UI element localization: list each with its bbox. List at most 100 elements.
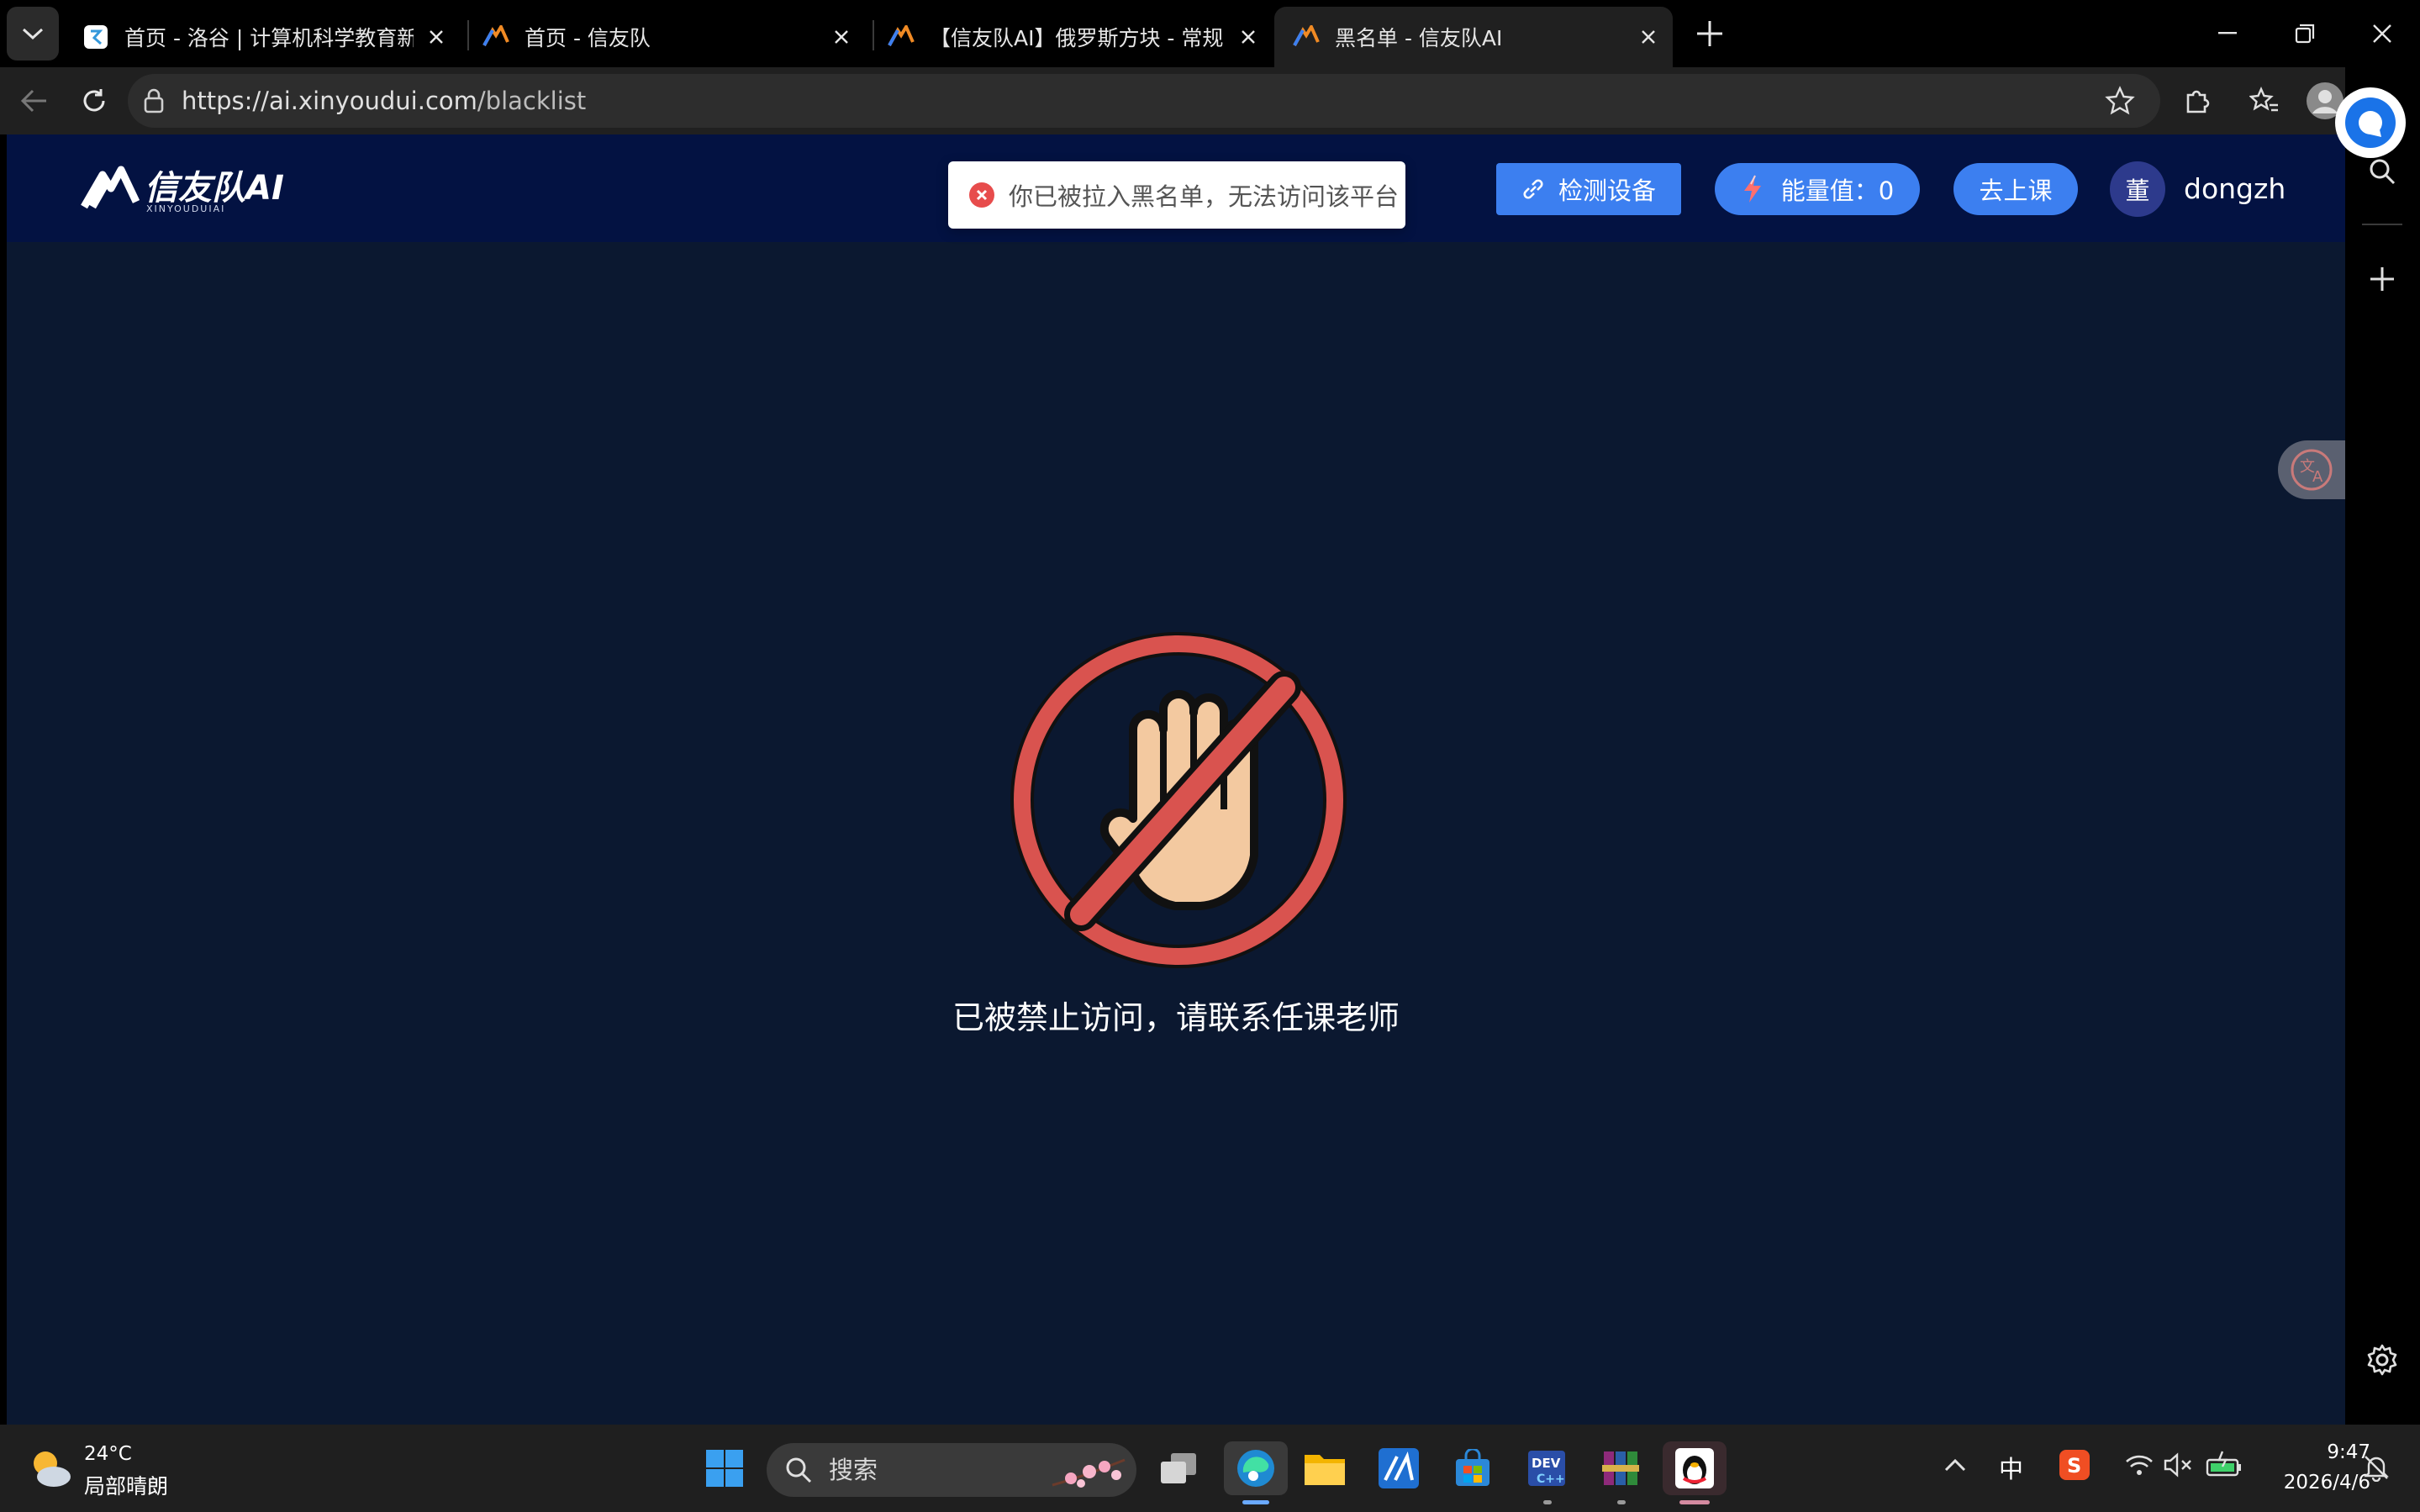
notification-bell-icon[interactable]	[2362, 1453, 2391, 1482]
site-logo[interactable]: 信友队AI XINYOUDUIAI	[81, 161, 284, 215]
clock-date[interactable]: 2026/4/6	[2253, 1472, 2370, 1494]
dev-cpp-running-indicator	[1543, 1500, 1552, 1504]
restore-button[interactable]	[2271, 0, 2338, 67]
edge-active-indicator	[1242, 1500, 1269, 1504]
go-to-class-label: 去上课	[1979, 176, 2053, 205]
close-tab-icon[interactable]	[422, 23, 451, 51]
microsoft-store-app[interactable]	[1446, 1441, 1500, 1495]
ime-indicator[interactable]: 中	[1999, 1450, 2023, 1485]
qq-active-indicator	[1679, 1500, 1710, 1504]
partly-sunny-icon[interactable]	[27, 1446, 72, 1488]
browser-tab-xinyoudui-home[interactable]: 首页 - 信友队	[464, 7, 866, 67]
back-arrow-icon	[20, 89, 46, 113]
dev-cpp-app[interactable]: DEV C++	[1520, 1441, 1574, 1495]
detect-device-button[interactable]: 检测设备	[1496, 163, 1681, 215]
back-button[interactable]	[7, 74, 61, 128]
restore-icon	[2295, 24, 2315, 44]
tab-actions-button[interactable]	[7, 7, 59, 61]
extensions-button[interactable]	[2170, 74, 2224, 128]
logo-text: 信友队AI	[145, 169, 284, 208]
search-placeholder: 搜索	[829, 1456, 878, 1484]
browser-tab-blacklist[interactable]: 黑名单 - 信友队AI	[1274, 7, 1673, 67]
tab-title: 黑名单 - 信友队AI	[1335, 26, 1503, 50]
close-tab-icon[interactable]	[827, 23, 856, 51]
browser-tab-luogu[interactable]: 首页 - 洛谷 | 计算机科学教育新生态	[64, 7, 461, 67]
site-header: 信友队AI XINYOUDUIAI 你已被拉入黑名单，无法访问该平台 检测设备 …	[7, 134, 2345, 242]
close-icon	[2373, 24, 2391, 43]
copilot-button[interactable]	[2335, 87, 2406, 158]
url-host: https://ai.xinyoudui.com	[182, 87, 477, 115]
favorites-button[interactable]	[2238, 74, 2291, 128]
winrar-app[interactable]	[1594, 1441, 1648, 1495]
sidebar-add-button[interactable]	[2355, 252, 2409, 306]
close-tab-icon[interactable]	[1234, 23, 1263, 51]
tab-title: 【信友队AI】俄罗斯方块 - 常规 - 信友队AI	[930, 26, 1226, 50]
address-bar[interactable]: https://ai.xinyoudui.com/blacklist	[128, 74, 2160, 128]
lock-icon	[144, 88, 164, 113]
search-icon	[786, 1457, 812, 1483]
user-avatar[interactable]: 董	[2110, 161, 2165, 217]
wifi-icon[interactable]	[2125, 1453, 2154, 1477]
avatar-text: 董	[2125, 176, 2150, 205]
browser-tab-bar: 首页 - 洛谷 | 计算机科学教育新生态 首页 - 信友队 【信友队AI】俄罗斯…	[0, 0, 2420, 67]
folder-icon	[1305, 1455, 1345, 1485]
translate-button[interactable]: 文A	[2278, 440, 2345, 499]
favorites-list-icon	[2249, 87, 2278, 112]
xinyoudui-logo-icon	[482, 24, 509, 50]
gear-icon	[2367, 1344, 2397, 1376]
error-toast: 你已被拉入黑名单，无法访问该平台	[948, 161, 1405, 229]
svg-text:DEV: DEV	[1532, 1456, 1561, 1471]
username[interactable]: dongzh	[2184, 161, 2286, 217]
logo-subtitle: XINYOUDUIAI	[146, 203, 226, 214]
winrar-running-indicator	[1617, 1500, 1626, 1504]
qq-penguin-icon	[1675, 1448, 1714, 1488]
favorite-star-icon[interactable]	[2105, 86, 2135, 116]
start-button[interactable]	[698, 1441, 751, 1495]
windows-taskbar: 24°C 局部晴朗 搜索 DEV C++ 中 S 9:47 2026/4/6	[0, 1425, 2420, 1512]
chevron-up-icon[interactable]	[1943, 1457, 1967, 1473]
go-to-class-button[interactable]: 去上课	[1953, 163, 2078, 215]
close-tab-icon[interactable]	[1634, 23, 1663, 51]
detect-device-label: 检测设备	[1558, 176, 1656, 205]
address-url: https://ai.xinyoudui.com/blacklist	[182, 74, 586, 128]
toast-message: 你已被拉入黑名单，无法访问该平台	[1009, 182, 1400, 211]
minimize-button[interactable]	[2194, 0, 2261, 67]
web-page: 信友队AI XINYOUDUIAI 你已被拉入黑名单，无法访问该平台 检测设备 …	[7, 134, 2345, 1425]
sidebar-settings-button[interactable]	[2355, 1333, 2409, 1387]
weather-description[interactable]: 局部晴朗	[84, 1470, 168, 1500]
clock-time[interactable]: 9:47	[2270, 1441, 2370, 1463]
tab-title: 首页 - 洛谷 | 计算机科学教育新生态	[124, 26, 414, 50]
cherry-blossom-icon	[1052, 1458, 1126, 1488]
copilot-icon	[2345, 97, 2396, 148]
refresh-button[interactable]	[67, 74, 121, 128]
task-view-button[interactable]	[1152, 1441, 1205, 1495]
url-path: /blacklist	[477, 87, 587, 115]
xinyoudui-logo-icon	[81, 166, 140, 209]
energy-button[interactable]: 能量值：0	[1715, 163, 1920, 215]
weather-temperature[interactable]: 24°C	[84, 1443, 132, 1465]
archive-books-icon	[1602, 1451, 1639, 1485]
visual-studio-app[interactable]	[1372, 1441, 1426, 1495]
tab-title: 首页 - 信友队	[525, 26, 651, 50]
battery-charging-icon[interactable]	[2206, 1450, 2243, 1478]
xinyoudui-logo-icon	[888, 24, 915, 50]
edge-app[interactable]	[1224, 1441, 1288, 1495]
lightning-icon	[1743, 175, 1761, 203]
sogou-input-icon[interactable]: S	[2059, 1450, 2090, 1480]
svg-text:S: S	[2067, 1454, 2081, 1478]
edge-sidebar	[2345, 67, 2420, 1425]
close-window-button[interactable]	[2349, 0, 2416, 67]
new-tab-button[interactable]	[1683, 7, 1737, 61]
taskbar-search[interactable]: 搜索	[767, 1443, 1136, 1497]
file-explorer-app[interactable]	[1298, 1441, 1352, 1495]
energy-label: 能量值：0	[1780, 176, 1895, 205]
puzzle-icon	[2186, 90, 2210, 113]
browser-tab-tetris[interactable]: 【信友队AI】俄罗斯方块 - 常规 - 信友队AI	[869, 7, 1273, 67]
task-view-icon	[1161, 1453, 1196, 1483]
windows-logo-icon	[706, 1450, 743, 1487]
error-icon	[969, 182, 994, 208]
browser-toolbar: https://ai.xinyoudui.com/blacklist	[0, 67, 2420, 134]
translate-icon: 文A	[2291, 449, 2333, 491]
qq-app[interactable]	[1663, 1441, 1727, 1495]
volume-muted-icon[interactable]	[2164, 1451, 2194, 1478]
